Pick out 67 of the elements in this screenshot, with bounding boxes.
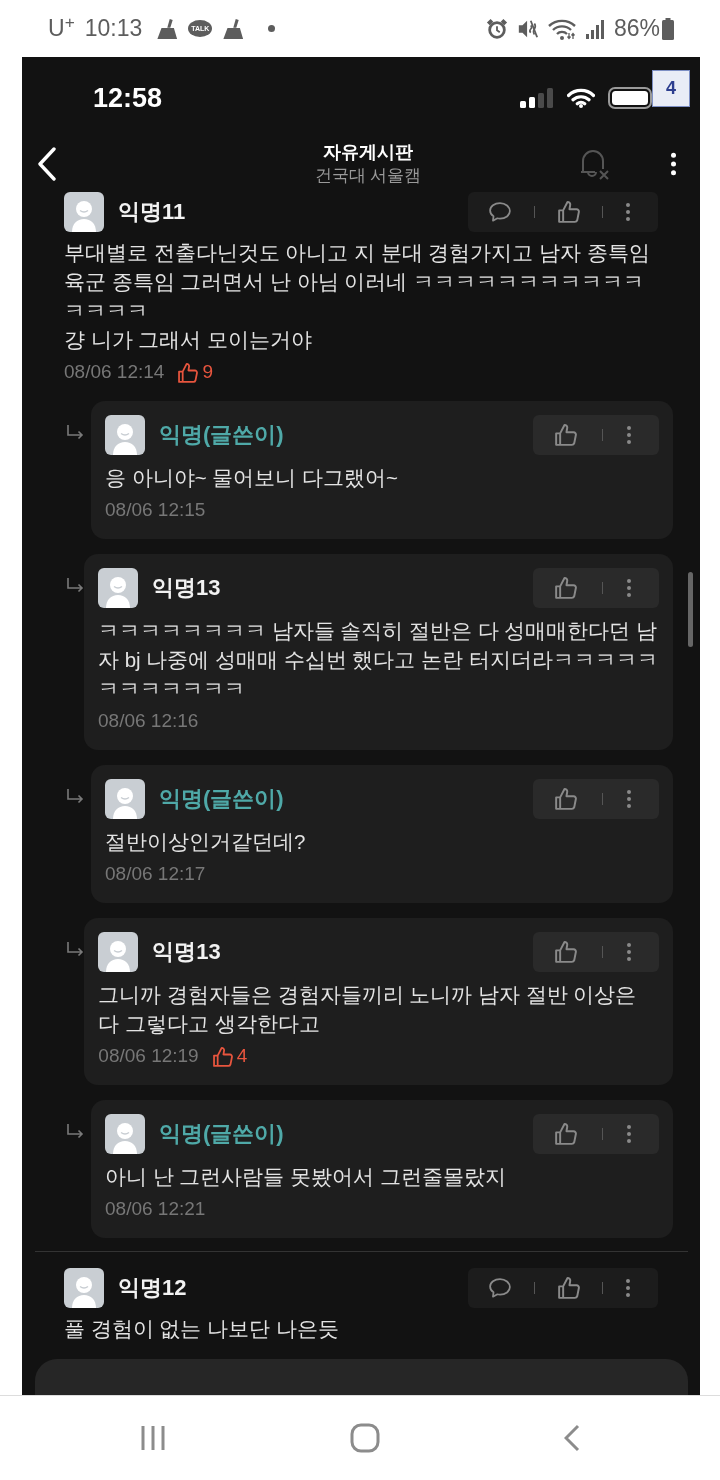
clock-time: 10:13 (84, 14, 143, 44)
comment-text: 그니까 경험자들은 경험자들끼리 노니까 남자 절반 이상은 다 그렇다고 생각한다고 (98, 981, 638, 1037)
muted-speaker-icon (516, 17, 539, 40)
broom-icon (222, 17, 245, 40)
carrier-label: U$^{+}$ (48, 11, 75, 44)
avatar-icon (105, 1113, 145, 1154)
author-name: 익명13 (152, 938, 221, 967)
avatar-icon (98, 931, 139, 972)
reply-arrow-icon (66, 1123, 84, 1139)
wifi-icon (567, 88, 595, 109)
avatar-icon (98, 567, 138, 608)
reply-arrow-icon (66, 424, 84, 440)
recent-apps-icon[interactable] (140, 1425, 166, 1451)
thumbs-up-icon (178, 362, 199, 383)
author-name: 익명12 (118, 1274, 187, 1303)
comment-text: 절반이상인거같던데? (105, 828, 307, 855)
battery-percent: 86% (613, 14, 660, 44)
clock-time: 12:58 (93, 81, 163, 115)
dot-icon (268, 25, 276, 32)
battery-icon (662, 17, 674, 40)
thumbs-up-icon[interactable] (555, 576, 577, 599)
author-name: 익명(글쓴이) (159, 1120, 284, 1149)
board-title: 자유게시판 (323, 140, 413, 164)
like-count: 4 (236, 1044, 248, 1069)
comment-icon[interactable] (489, 1277, 511, 1298)
comment-time: 08/06 12:16 (98, 709, 199, 734)
reply-arrow-icon (66, 941, 84, 957)
comment-time: 08/06 12:14 (64, 360, 165, 385)
comment-time: 08/06 12:19 (98, 1044, 199, 1069)
comment-text: 풀 경험이 없는 나보단 나은듯 (64, 1315, 340, 1342)
avatar-icon (105, 778, 145, 819)
avatar-icon (105, 414, 145, 455)
alarm-clock-icon (485, 17, 508, 40)
thumbs-up-icon[interactable] (555, 1122, 577, 1145)
thumbs-up-icon[interactable] (555, 940, 577, 963)
author-name: 익명11 (118, 198, 186, 227)
avatar-icon (64, 191, 104, 232)
battery-icon (608, 87, 652, 110)
comment-time: 08/06 12:17 (105, 862, 206, 887)
page-number-badge: 4 (652, 70, 690, 107)
thumbs-up-icon[interactable] (557, 200, 580, 223)
thumbs-up-icon[interactable] (555, 787, 577, 810)
comment-time: 08/06 12:21 (105, 1197, 206, 1222)
author-name: 익명13 (152, 574, 221, 603)
like-count: 9 (202, 360, 213, 385)
home-icon[interactable] (350, 1423, 380, 1453)
reply-arrow-icon (66, 577, 84, 593)
comment-time: 08/06 12:15 (105, 498, 206, 523)
broom-icon (156, 17, 179, 40)
thumbs-up-icon (212, 1046, 233, 1067)
author-name: 익명(글쓴이) (159, 421, 284, 450)
board-subtitle: 건국대 서울캠 (314, 164, 422, 187)
signal-icon (584, 18, 605, 39)
comment-input-field[interactable] (35, 1358, 688, 1395)
comment-text: 응 아니야~ 물어보니 다그랬어~ (105, 464, 400, 491)
wifi-icon (547, 17, 576, 40)
reply-arrow-icon (66, 788, 84, 804)
more-icon[interactable] (671, 151, 676, 176)
author-name: 익명(글쓴이) (159, 785, 284, 814)
comment-text: ㅋㅋㅋㅋㅋㅋㅋㅋ 남자들 솔직히 절반은 다 성매매한다던 남자 bj 나중에 성매매 수십번 했다고 논란 터지더라ㅋㅋㅋㅋㅋㅋㅋㅋㅋㅋㅋㅋ (98, 617, 659, 702)
thumbs-up-icon[interactable] (555, 423, 577, 446)
avatar-icon (64, 1267, 104, 1308)
comment-text: 아니 난 그런사람들 못봤어서 그런줄몰랐지 (105, 1163, 507, 1190)
comment-text: 부대별로 전출다닌것도 아니고 지 분대 경험가지고 남자 종특임 육군 종특임 그러면서 난 아님 이러네 ㅋㅋㅋㅋㅋㅋㅋㅋㅋㅋㅋㅋㅋㅋㅋ 걍 니가 그래서 모이는거야 (64, 239, 651, 353)
thumbs-up-icon[interactable] (557, 1276, 580, 1299)
signal-icon (520, 88, 554, 109)
comment-icon[interactable] (489, 201, 511, 222)
